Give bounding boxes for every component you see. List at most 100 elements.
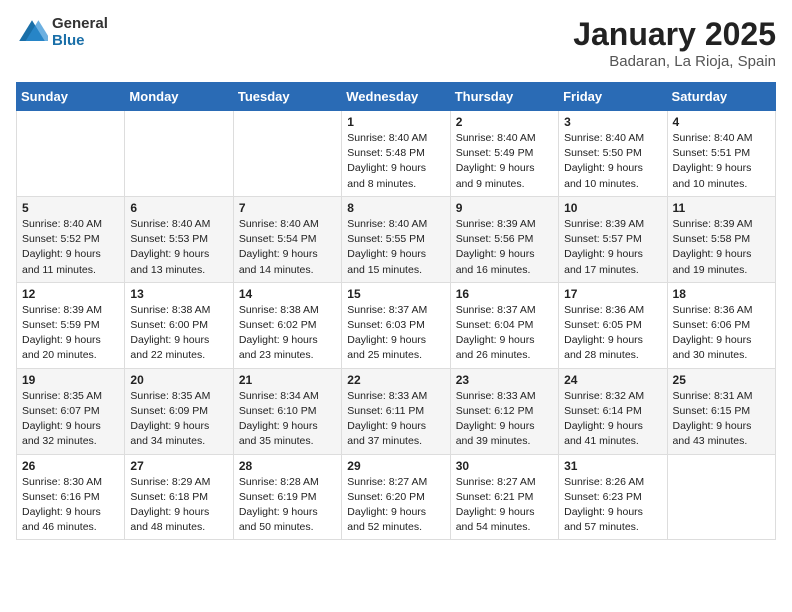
day-number: 12: [22, 287, 119, 301]
day-info: Sunrise: 8:40 AM Sunset: 5:51 PM Dayligh…: [673, 131, 770, 192]
day-info: Sunrise: 8:40 AM Sunset: 5:55 PM Dayligh…: [347, 217, 444, 278]
day-info: Sunrise: 8:34 AM Sunset: 6:10 PM Dayligh…: [239, 389, 336, 450]
day-info: Sunrise: 8:39 AM Sunset: 5:57 PM Dayligh…: [564, 217, 661, 278]
calendar-cell: 15 Sunrise: 8:37 AM Sunset: 6:03 PM Dayli…: [342, 282, 450, 368]
weekday-header-friday: Friday: [559, 83, 667, 111]
calendar-cell: 23 Sunrise: 8:33 AM Sunset: 6:12 PM Dayli…: [450, 368, 558, 454]
day-info: Sunrise: 8:39 AM Sunset: 5:59 PM Dayligh…: [22, 303, 119, 364]
day-number: 25: [673, 373, 770, 387]
day-info: Sunrise: 8:29 AM Sunset: 6:18 PM Dayligh…: [130, 475, 227, 536]
day-info: Sunrise: 8:38 AM Sunset: 6:00 PM Dayligh…: [130, 303, 227, 364]
day-number: 21: [239, 373, 336, 387]
day-info: Sunrise: 8:26 AM Sunset: 6:23 PM Dayligh…: [564, 475, 661, 536]
calendar-cell: 30 Sunrise: 8:27 AM Sunset: 6:21 PM Dayli…: [450, 454, 558, 540]
page-header: General Blue January 2025 Badaran, La Ri…: [16, 16, 776, 70]
calendar-week-1: 1 Sunrise: 8:40 AM Sunset: 5:48 PM Daylig…: [17, 111, 776, 197]
calendar-cell: [17, 111, 125, 197]
day-info: Sunrise: 8:31 AM Sunset: 6:15 PM Dayligh…: [673, 389, 770, 450]
day-number: 19: [22, 373, 119, 387]
weekday-header-sunday: Sunday: [17, 83, 125, 111]
calendar-cell: 3 Sunrise: 8:40 AM Sunset: 5:50 PM Daylig…: [559, 111, 667, 197]
day-number: 26: [22, 459, 119, 473]
calendar-week-3: 12 Sunrise: 8:39 AM Sunset: 5:59 PM Dayli…: [17, 282, 776, 368]
calendar-cell: 2Sunrise: 8:40 AM Sunset: 5:49 PM Daylig…: [450, 111, 558, 197]
day-info: Sunrise: 8:36 AM Sunset: 6:05 PM Dayligh…: [564, 303, 661, 364]
calendar-cell: 4 Sunrise: 8:40 AM Sunset: 5:51 PM Daylig…: [667, 111, 775, 197]
calendar-cell: 14Sunrise: 8:38 AM Sunset: 6:02 PM Dayli…: [233, 282, 341, 368]
calendar-cell: 17 Sunrise: 8:36 AM Sunset: 6:05 PM Dayli…: [559, 282, 667, 368]
calendar-cell: 31 Sunrise: 8:26 AM Sunset: 6:23 PM Dayli…: [559, 454, 667, 540]
calendar-cell: 20Sunrise: 8:35 AM Sunset: 6:09 PM Dayli…: [125, 368, 233, 454]
day-number: 22: [347, 373, 444, 387]
day-info: Sunrise: 8:40 AM Sunset: 5:48 PM Dayligh…: [347, 131, 444, 192]
day-info: Sunrise: 8:39 AM Sunset: 5:56 PM Dayligh…: [456, 217, 553, 278]
weekday-header-tuesday: Tuesday: [233, 83, 341, 111]
calendar-cell: 6 Sunrise: 8:40 AM Sunset: 5:53 PM Daylig…: [125, 196, 233, 282]
day-number: 15: [347, 287, 444, 301]
calendar-cell: 13 Sunrise: 8:38 AM Sunset: 6:00 PM Dayli…: [125, 282, 233, 368]
day-info: Sunrise: 8:40 AM Sunset: 5:53 PM Dayligh…: [130, 217, 227, 278]
day-number: 28: [239, 459, 336, 473]
day-number: 3: [564, 115, 661, 129]
day-info: Sunrise: 8:40 AM Sunset: 5:54 PM Dayligh…: [239, 217, 336, 278]
day-number: 18: [673, 287, 770, 301]
logo: General Blue: [16, 16, 108, 49]
calendar-location: Badaran, La Rioja, Spain: [573, 53, 776, 70]
calendar-cell: 8Sunrise: 8:40 AM Sunset: 5:55 PM Daylig…: [342, 196, 450, 282]
day-info: Sunrise: 8:33 AM Sunset: 6:12 PM Dayligh…: [456, 389, 553, 450]
day-number: 4: [673, 115, 770, 129]
calendar-cell: 7 Sunrise: 8:40 AM Sunset: 5:54 PM Daylig…: [233, 196, 341, 282]
day-number: 17: [564, 287, 661, 301]
day-info: Sunrise: 8:27 AM Sunset: 6:20 PM Dayligh…: [347, 475, 444, 536]
day-info: Sunrise: 8:37 AM Sunset: 6:03 PM Dayligh…: [347, 303, 444, 364]
day-info: Sunrise: 8:37 AM Sunset: 6:04 PM Dayligh…: [456, 303, 553, 364]
day-number: 16: [456, 287, 553, 301]
calendar-cell: 25 Sunrise: 8:31 AM Sunset: 6:15 PM Dayli…: [667, 368, 775, 454]
day-info: Sunrise: 8:36 AM Sunset: 6:06 PM Dayligh…: [673, 303, 770, 364]
calendar-cell: 18 Sunrise: 8:36 AM Sunset: 6:06 PM Dayli…: [667, 282, 775, 368]
calendar-cell: 1 Sunrise: 8:40 AM Sunset: 5:48 PM Daylig…: [342, 111, 450, 197]
calendar-cell: 21 Sunrise: 8:34 AM Sunset: 6:10 PM Dayli…: [233, 368, 341, 454]
logo-blue-text: Blue: [52, 33, 108, 50]
day-number: 23: [456, 373, 553, 387]
day-info: Sunrise: 8:40 AM Sunset: 5:52 PM Dayligh…: [22, 217, 119, 278]
title-block: January 2025 Badaran, La Rioja, Spain: [573, 16, 776, 70]
calendar-cell: 28Sunrise: 8:28 AM Sunset: 6:19 PM Dayli…: [233, 454, 341, 540]
day-number: 7: [239, 201, 336, 215]
day-number: 5: [22, 201, 119, 215]
calendar-cell: [233, 111, 341, 197]
day-info: Sunrise: 8:40 AM Sunset: 5:50 PM Dayligh…: [564, 131, 661, 192]
weekday-header-monday: Monday: [125, 83, 233, 111]
day-number: 29: [347, 459, 444, 473]
day-number: 6: [130, 201, 227, 215]
weekday-header-wednesday: Wednesday: [342, 83, 450, 111]
calendar-cell: 12 Sunrise: 8:39 AM Sunset: 5:59 PM Dayli…: [17, 282, 125, 368]
calendar-cell: 26Sunrise: 8:30 AM Sunset: 6:16 PM Dayli…: [17, 454, 125, 540]
day-number: 1: [347, 115, 444, 129]
calendar-week-5: 26Sunrise: 8:30 AM Sunset: 6:16 PM Dayli…: [17, 454, 776, 540]
day-number: 24: [564, 373, 661, 387]
day-info: Sunrise: 8:27 AM Sunset: 6:21 PM Dayligh…: [456, 475, 553, 536]
day-info: Sunrise: 8:40 AM Sunset: 5:49 PM Dayligh…: [456, 131, 553, 192]
day-info: Sunrise: 8:35 AM Sunset: 6:09 PM Dayligh…: [130, 389, 227, 450]
day-info: Sunrise: 8:32 AM Sunset: 6:14 PM Dayligh…: [564, 389, 661, 450]
calendar-table: SundayMondayTuesdayWednesdayThursdayFrid…: [16, 82, 776, 540]
weekday-header-row: SundayMondayTuesdayWednesdayThursdayFrid…: [17, 83, 776, 111]
day-info: Sunrise: 8:33 AM Sunset: 6:11 PM Dayligh…: [347, 389, 444, 450]
day-info: Sunrise: 8:39 AM Sunset: 5:58 PM Dayligh…: [673, 217, 770, 278]
day-number: 14: [239, 287, 336, 301]
calendar-week-2: 5 Sunrise: 8:40 AM Sunset: 5:52 PM Daylig…: [17, 196, 776, 282]
weekday-header-saturday: Saturday: [667, 83, 775, 111]
day-number: 31: [564, 459, 661, 473]
calendar-cell: [125, 111, 233, 197]
day-number: 27: [130, 459, 227, 473]
logo-general-text: General: [52, 16, 108, 33]
day-number: 30: [456, 459, 553, 473]
calendar-cell: 27 Sunrise: 8:29 AM Sunset: 6:18 PM Dayli…: [125, 454, 233, 540]
calendar-cell: 24 Sunrise: 8:32 AM Sunset: 6:14 PM Dayli…: [559, 368, 667, 454]
calendar-cell: 5 Sunrise: 8:40 AM Sunset: 5:52 PM Daylig…: [17, 196, 125, 282]
calendar-cell: 10Sunrise: 8:39 AM Sunset: 5:57 PM Dayli…: [559, 196, 667, 282]
calendar-cell: [667, 454, 775, 540]
day-number: 13: [130, 287, 227, 301]
logo-icon: [16, 17, 48, 49]
